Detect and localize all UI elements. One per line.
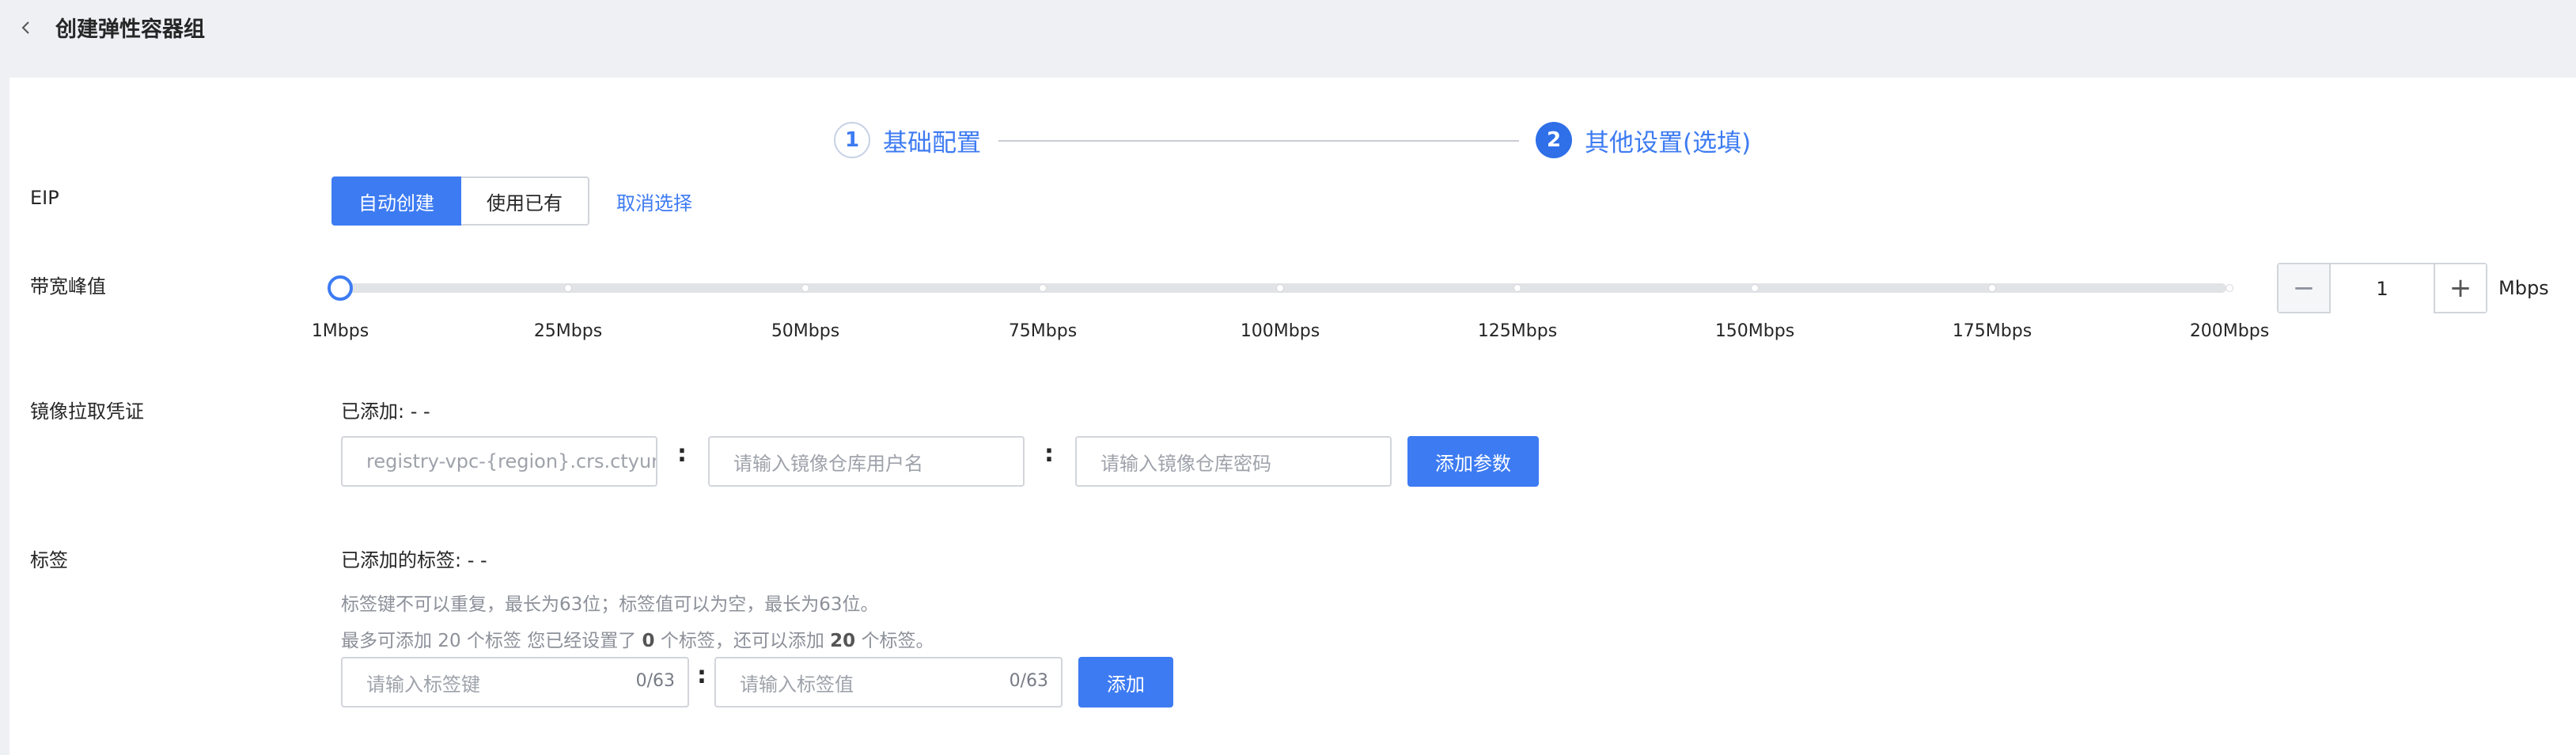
tick-label: 200Mbps <box>2189 321 2270 341</box>
eip-label: EIP <box>30 187 59 209</box>
decrement-button[interactable]: − <box>2279 264 2331 312</box>
step-label-basic: 基础配置 <box>883 128 981 157</box>
slider-mark-25 <box>564 284 572 292</box>
tags-hint-limit: 最多可添加 20 个标签 您已经设置了 0 个标签，还可以添加 20 个标签。 <box>341 631 934 651</box>
tags-remaining-count: 20 <box>830 631 856 651</box>
tag-value-input[interactable]: 请输入标签值 0/63 <box>714 657 1063 708</box>
slider-mark-75 <box>1039 284 1047 292</box>
slider-mark-50 <box>801 284 809 292</box>
bandwidth-stepper: − + <box>2277 263 2487 313</box>
step-connector <box>998 140 1519 142</box>
registry-credential-label: 镜像拉取凭证 <box>30 400 144 423</box>
bandwidth-value-input[interactable] <box>2331 264 2434 313</box>
step-basic-config: 1 基础配置 <box>834 122 981 158</box>
page-title: 创建弹性容器组 <box>55 17 205 42</box>
tick-label: 150Mbps <box>1714 321 1795 341</box>
add-tag-button[interactable]: 添加 <box>1078 657 1173 708</box>
colon-separator: : <box>697 662 707 689</box>
slider-mark-175 <box>1988 284 1996 292</box>
tick-label: 75Mbps <box>1008 321 1078 341</box>
slider-mark-200 <box>2226 284 2233 292</box>
tick-label: 25Mbps <box>533 321 603 341</box>
tick-label: 100Mbps <box>1240 321 1320 341</box>
tags-set-count: 0 <box>642 631 655 651</box>
registry-address-input[interactable]: registry-vpc-{region}.crs.ctyun.cn <box>341 436 657 487</box>
back-chevron-icon[interactable] <box>17 16 35 40</box>
colon-separator: : <box>677 440 687 468</box>
tick-label: 1Mbps <box>311 321 369 341</box>
tag-key-counter: 0/63 <box>635 671 675 691</box>
increment-button[interactable]: + <box>2434 264 2486 312</box>
tick-label: 50Mbps <box>771 321 840 341</box>
top-bar: 创建弹性容器组 <box>0 0 2576 78</box>
bandwidth-unit: Mbps <box>2498 277 2549 299</box>
eip-auto-create-button[interactable]: 自动创建 <box>331 176 461 226</box>
colon-separator: : <box>1044 440 1054 468</box>
registry-added-text: 已添加: - - <box>341 400 430 423</box>
tags-label: 标签 <box>30 549 68 571</box>
step-other-settings: 2 其他设置(选填) <box>1536 122 1751 158</box>
cancel-selection-link[interactable]: 取消选择 <box>616 188 692 215</box>
tag-value-counter: 0/63 <box>1009 671 1048 691</box>
tick-label: 125Mbps <box>1477 321 1558 341</box>
tags-added-text: 已添加的标签: - - <box>341 549 487 571</box>
add-parameter-button[interactable]: 添加参数 <box>1407 436 1539 487</box>
step-label-other: 其他设置(选填) <box>1585 128 1752 157</box>
tag-key-placeholder: 请输入标签键 <box>366 673 480 696</box>
tag-value-placeholder: 请输入标签值 <box>740 673 854 696</box>
eip-use-existing-button[interactable]: 使用已有 <box>461 176 589 226</box>
slider-mark-125 <box>1513 284 1521 292</box>
bandwidth-slider-handle[interactable] <box>328 275 353 301</box>
registry-password-input[interactable]: 请输入镜像仓库密码 <box>1075 436 1392 487</box>
slider-mark-100 <box>1276 284 1284 292</box>
registry-username-input[interactable]: 请输入镜像仓库用户名 <box>708 436 1025 487</box>
tag-key-input[interactable]: 请输入标签键 0/63 <box>341 657 689 708</box>
tick-label: 175Mbps <box>1952 321 2032 341</box>
slider-mark-150 <box>1751 284 1759 292</box>
tags-hint-rules: 标签键不可以重复，最长为63位；标签值可以为空，最长为63位。 <box>341 594 879 615</box>
step-number-2: 2 <box>1536 122 1572 158</box>
eip-option-group: 自动创建 使用已有 <box>331 176 589 226</box>
bandwidth-label: 带宽峰值 <box>30 275 106 298</box>
step-number-1: 1 <box>834 122 870 158</box>
